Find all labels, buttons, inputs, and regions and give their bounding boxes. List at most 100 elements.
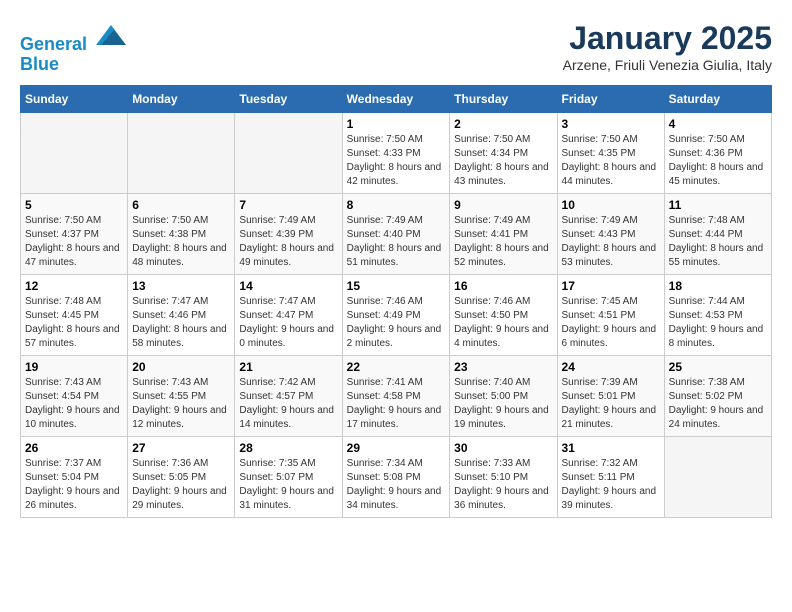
day-info: Sunrise: 7:49 AM Sunset: 4:41 PM Dayligh…: [454, 214, 552, 270]
day-number: 3: [562, 117, 660, 131]
day-number: 28: [239, 441, 337, 455]
weekday-header: Monday: [128, 85, 235, 112]
weekday-header: Saturday: [664, 85, 771, 112]
day-info: Sunrise: 7:46 AM Sunset: 4:50 PM Dayligh…: [454, 295, 552, 351]
calendar-day-cell: 7Sunrise: 7:49 AM Sunset: 4:39 PM Daylig…: [235, 193, 342, 274]
day-number: 8: [347, 198, 446, 212]
day-number: 4: [669, 117, 767, 131]
day-info: Sunrise: 7:41 AM Sunset: 4:58 PM Dayligh…: [347, 376, 446, 432]
calendar-day-cell: 6Sunrise: 7:50 AM Sunset: 4:38 PM Daylig…: [128, 193, 235, 274]
calendar-day-cell: 19 Sunrise: 7:43 AM Sunset: 4:54 PM Dayli…: [21, 355, 128, 436]
day-number: 12: [25, 279, 123, 293]
day-number: 1: [347, 117, 446, 131]
day-info: Sunrise: 7:50 AM Sunset: 4:37 PM Dayligh…: [25, 214, 123, 270]
calendar-day-cell: 23 Sunrise: 7:40 AM Sunset: 5:00 PM Dayli…: [450, 355, 557, 436]
logo-general: General: [20, 34, 87, 54]
page-header: General Blue January 2025 Arzene, Friuli…: [20, 20, 772, 75]
day-info: Sunrise: 7:48 AM Sunset: 4:44 PM Dayligh…: [669, 214, 767, 270]
calendar-day-cell: 10 Sunrise: 7:49 AM Sunset: 4:43 PM Dayli…: [557, 193, 664, 274]
calendar-day-cell: 27 Sunrise: 7:36 AM Sunset: 5:05 PM Dayli…: [128, 436, 235, 517]
day-number: 27: [132, 441, 230, 455]
logo-icon: [96, 20, 126, 50]
calendar-day-cell: 21 Sunrise: 7:42 AM Sunset: 4:57 PM Dayli…: [235, 355, 342, 436]
day-number: 15: [347, 279, 446, 293]
calendar-day-cell: 5 Sunrise: 7:50 AM Sunset: 4:37 PM Daylig…: [21, 193, 128, 274]
day-number: 18: [669, 279, 767, 293]
day-number: 11: [669, 198, 767, 212]
calendar-day-cell: 25 Sunrise: 7:38 AM Sunset: 5:02 PM Dayli…: [664, 355, 771, 436]
calendar-day-cell: 1Sunrise: 7:50 AM Sunset: 4:33 PM Daylig…: [342, 112, 450, 193]
day-number: 19: [25, 360, 123, 374]
day-info: Sunrise: 7:49 AM Sunset: 4:43 PM Dayligh…: [562, 214, 660, 270]
day-info: Sunrise: 7:44 AM Sunset: 4:53 PM Dayligh…: [669, 295, 767, 351]
calendar-week-row: 26 Sunrise: 7:37 AM Sunset: 5:04 PM Dayli…: [21, 436, 772, 517]
day-info: Sunrise: 7:36 AM Sunset: 5:05 PM Dayligh…: [132, 457, 230, 513]
calendar-day-cell: 18 Sunrise: 7:44 AM Sunset: 4:53 PM Dayli…: [664, 274, 771, 355]
day-info: Sunrise: 7:45 AM Sunset: 4:51 PM Dayligh…: [562, 295, 660, 351]
day-info: Sunrise: 7:43 AM Sunset: 4:54 PM Dayligh…: [25, 376, 123, 432]
day-info: Sunrise: 7:49 AM Sunset: 4:40 PM Dayligh…: [347, 214, 446, 270]
calendar-day-cell: 26 Sunrise: 7:37 AM Sunset: 5:04 PM Dayli…: [21, 436, 128, 517]
day-number: 16: [454, 279, 552, 293]
calendar-week-row: 5 Sunrise: 7:50 AM Sunset: 4:37 PM Daylig…: [21, 193, 772, 274]
location: Arzene, Friuli Venezia Giulia, Italy: [563, 57, 772, 73]
day-number: 5: [25, 198, 123, 212]
day-info: Sunrise: 7:50 AM Sunset: 4:34 PM Dayligh…: [454, 133, 552, 189]
calendar-day-cell: 4 Sunrise: 7:50 AM Sunset: 4:36 PM Daylig…: [664, 112, 771, 193]
day-info: Sunrise: 7:34 AM Sunset: 5:08 PM Dayligh…: [347, 457, 446, 513]
day-number: 30: [454, 441, 552, 455]
day-number: 24: [562, 360, 660, 374]
day-info: Sunrise: 7:40 AM Sunset: 5:00 PM Dayligh…: [454, 376, 552, 432]
day-number: 17: [562, 279, 660, 293]
weekday-header: Thursday: [450, 85, 557, 112]
day-info: Sunrise: 7:50 AM Sunset: 4:36 PM Dayligh…: [669, 133, 767, 189]
day-number: 25: [669, 360, 767, 374]
day-info: Sunrise: 7:42 AM Sunset: 4:57 PM Dayligh…: [239, 376, 337, 432]
calendar-week-row: 1Sunrise: 7:50 AM Sunset: 4:33 PM Daylig…: [21, 112, 772, 193]
calendar-day-cell: 9 Sunrise: 7:49 AM Sunset: 4:41 PM Daylig…: [450, 193, 557, 274]
calendar-day-cell: 29 Sunrise: 7:34 AM Sunset: 5:08 PM Dayli…: [342, 436, 450, 517]
day-number: 14: [239, 279, 337, 293]
calendar-day-cell: [21, 112, 128, 193]
weekday-header: Wednesday: [342, 85, 450, 112]
day-number: 10: [562, 198, 660, 212]
calendar-day-cell: [235, 112, 342, 193]
calendar-day-cell: 20 Sunrise: 7:43 AM Sunset: 4:55 PM Dayli…: [128, 355, 235, 436]
weekday-header: Sunday: [21, 85, 128, 112]
logo-blue: Blue: [20, 54, 59, 74]
day-info: Sunrise: 7:48 AM Sunset: 4:45 PM Dayligh…: [25, 295, 123, 351]
day-number: 29: [347, 441, 446, 455]
day-number: 7: [239, 198, 337, 212]
day-number: 9: [454, 198, 552, 212]
calendar-day-cell: [664, 436, 771, 517]
day-number: 13: [132, 279, 230, 293]
calendar-day-cell: 13Sunrise: 7:47 AM Sunset: 4:46 PM Dayli…: [128, 274, 235, 355]
calendar-week-row: 12 Sunrise: 7:48 AM Sunset: 4:45 PM Dayli…: [21, 274, 772, 355]
day-info: Sunrise: 7:38 AM Sunset: 5:02 PM Dayligh…: [669, 376, 767, 432]
day-info: Sunrise: 7:35 AM Sunset: 5:07 PM Dayligh…: [239, 457, 337, 513]
day-number: 20: [132, 360, 230, 374]
month-title: January 2025: [563, 20, 772, 57]
calendar-header-row: SundayMondayTuesdayWednesdayThursdayFrid…: [21, 85, 772, 112]
calendar-day-cell: 24 Sunrise: 7:39 AM Sunset: 5:01 PM Dayli…: [557, 355, 664, 436]
day-info: Sunrise: 7:43 AM Sunset: 4:55 PM Dayligh…: [132, 376, 230, 432]
calendar-day-cell: [128, 112, 235, 193]
calendar-day-cell: 30Sunrise: 7:33 AM Sunset: 5:10 PM Dayli…: [450, 436, 557, 517]
calendar-table: SundayMondayTuesdayWednesdayThursdayFrid…: [20, 85, 772, 518]
calendar-day-cell: 31Sunrise: 7:32 AM Sunset: 5:11 PM Dayli…: [557, 436, 664, 517]
calendar-day-cell: 22Sunrise: 7:41 AM Sunset: 4:58 PM Dayli…: [342, 355, 450, 436]
calendar-day-cell: 28 Sunrise: 7:35 AM Sunset: 5:07 PM Dayli…: [235, 436, 342, 517]
weekday-header: Tuesday: [235, 85, 342, 112]
calendar-day-cell: 14Sunrise: 7:47 AM Sunset: 4:47 PM Dayli…: [235, 274, 342, 355]
calendar-week-row: 19 Sunrise: 7:43 AM Sunset: 4:54 PM Dayli…: [21, 355, 772, 436]
day-number: 6: [132, 198, 230, 212]
day-info: Sunrise: 7:50 AM Sunset: 4:35 PM Dayligh…: [562, 133, 660, 189]
day-number: 21: [239, 360, 337, 374]
day-info: Sunrise: 7:39 AM Sunset: 5:01 PM Dayligh…: [562, 376, 660, 432]
calendar-day-cell: 8 Sunrise: 7:49 AM Sunset: 4:40 PM Daylig…: [342, 193, 450, 274]
day-number: 23: [454, 360, 552, 374]
calendar-day-cell: 16 Sunrise: 7:46 AM Sunset: 4:50 PM Dayli…: [450, 274, 557, 355]
calendar-day-cell: 17 Sunrise: 7:45 AM Sunset: 4:51 PM Dayli…: [557, 274, 664, 355]
day-info: Sunrise: 7:37 AM Sunset: 5:04 PM Dayligh…: [25, 457, 123, 513]
day-number: 26: [25, 441, 123, 455]
